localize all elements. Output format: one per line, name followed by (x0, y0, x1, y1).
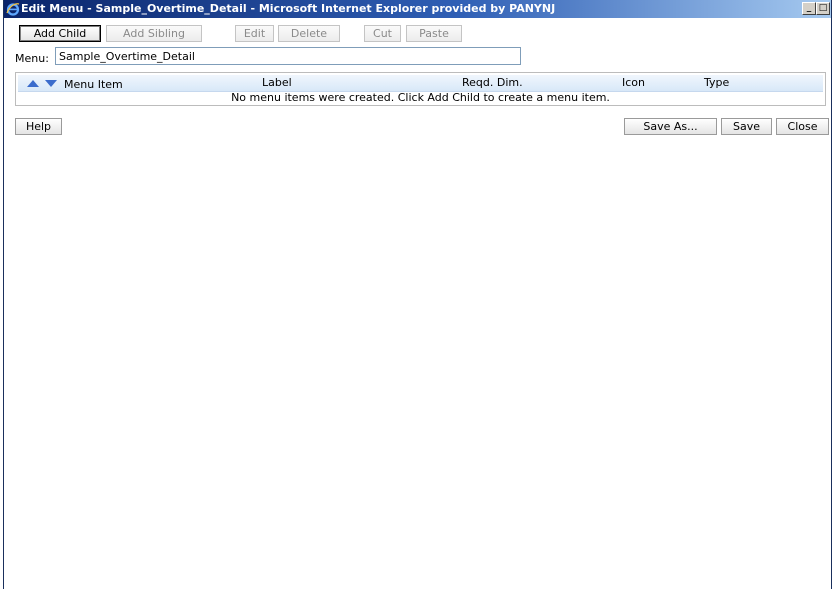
column-reqd-dim[interactable]: Reqd. Dim. (462, 77, 523, 89)
dialog-content: Add Child Add Sibling Edit Delete Cut Pa… (4, 18, 831, 589)
column-type[interactable]: Type (704, 77, 729, 89)
edit-button[interactable]: Edit (235, 25, 274, 42)
internet-explorer-icon (6, 3, 20, 16)
window-controls: _ □ (802, 2, 830, 15)
paste-button[interactable]: Paste (406, 25, 462, 42)
help-button[interactable]: Help (15, 118, 62, 135)
minimize-button[interactable]: _ (802, 2, 816, 15)
save-button[interactable]: Save (721, 118, 772, 135)
delete-button[interactable]: Delete (278, 25, 340, 42)
cut-button[interactable]: Cut (364, 25, 401, 42)
close-button[interactable]: Close (776, 118, 829, 135)
menu-name-input[interactable] (55, 47, 521, 65)
ie-window: Edit Menu - Sample_Overtime_Detail - Mic… (3, 0, 832, 589)
title-bar: Edit Menu - Sample_Overtime_Detail - Mic… (4, 0, 831, 18)
column-menu-item[interactable]: Menu Item (64, 79, 123, 91)
menu-items-grid: Menu Item Label Reqd. Dim. Icon Type No … (15, 72, 826, 106)
save-as-button[interactable]: Save As... (624, 118, 717, 135)
grid-header: Menu Item Label Reqd. Dim. Icon Type (18, 75, 823, 92)
add-sibling-button[interactable]: Add Sibling (106, 25, 202, 42)
menu-label: Menu: (15, 52, 49, 65)
column-icon[interactable]: Icon (622, 77, 645, 89)
move-up-icon[interactable] (27, 80, 39, 87)
empty-grid-message: No menu items were created. Click Add Ch… (231, 91, 610, 104)
maximize-button[interactable]: □ (816, 2, 830, 15)
column-label[interactable]: Label (262, 77, 292, 89)
window-title: Edit Menu - Sample_Overtime_Detail - Mic… (21, 2, 556, 15)
add-child-button[interactable]: Add Child (19, 25, 101, 42)
move-down-icon[interactable] (45, 80, 57, 87)
